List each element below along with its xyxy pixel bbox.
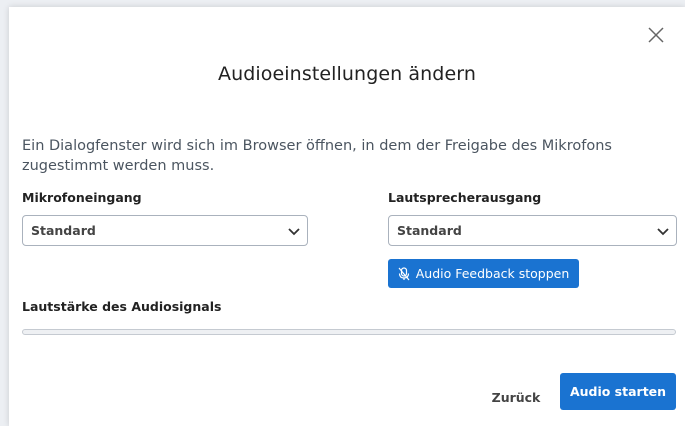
start-audio-button[interactable]: Audio starten	[560, 373, 676, 410]
chevron-down-icon	[288, 228, 300, 236]
volume-label: Lautstärke des Audiosignals	[22, 299, 222, 314]
audio-feedback-stop-button[interactable]: Audio Feedback stoppen	[388, 259, 579, 288]
close-icon	[648, 27, 664, 43]
audio-feedback-stop-label: Audio Feedback stoppen	[415, 266, 570, 281]
microphone-label: Mikrofoneingang	[22, 190, 142, 205]
chevron-down-icon	[657, 228, 669, 236]
speaker-label: Lautsprecherausgang	[388, 190, 542, 205]
speaker-select[interactable]: Standard	[388, 215, 677, 246]
dialog-description: Ein Dialogfenster wird sich im Browser ö…	[22, 138, 612, 174]
microphone-selected-value: Standard	[31, 223, 96, 238]
microphone-select[interactable]: Standard	[22, 215, 308, 246]
back-button[interactable]: Zurück	[487, 380, 545, 415]
close-button[interactable]	[645, 24, 667, 46]
speaker-selected-value: Standard	[397, 223, 462, 238]
volume-level-bar	[22, 329, 676, 335]
microphone-muted-icon	[398, 266, 410, 280]
audio-settings-dialog: Audioeinstellungen ändern Ein Dialogfens…	[9, 7, 685, 426]
dialog-title: Audioeinstellungen ändern	[218, 63, 476, 85]
